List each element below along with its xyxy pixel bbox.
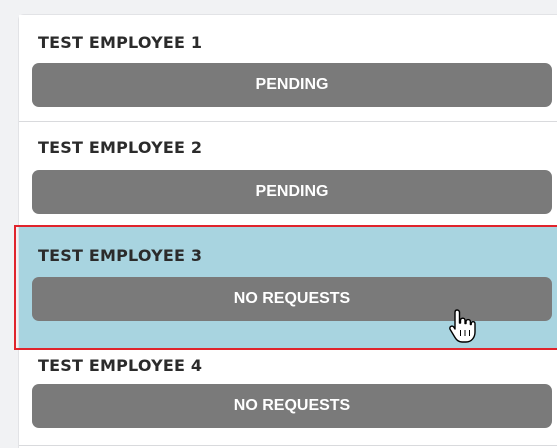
row-divider	[19, 445, 557, 446]
employee-name: TEST EMPLOYEE 2	[38, 138, 203, 157]
status-button[interactable]: PENDING	[32, 170, 552, 214]
status-button[interactable]: NO REQUESTS	[32, 384, 552, 428]
employee-row-2[interactable]: TEST EMPLOYEE 2 PENDING	[19, 122, 557, 223]
hand-pointer-icon	[449, 309, 476, 343]
employee-row-4[interactable]: TEST EMPLOYEE 4 NO REQUESTS	[19, 350, 557, 448]
employee-name: TEST EMPLOYEE 3	[38, 246, 203, 265]
employee-row-3-selected[interactable]: TEST EMPLOYEE 3 NO REQUESTS	[19, 226, 557, 349]
screen: TEST EMPLOYEE 1 PENDING TEST EMPLOYEE 2 …	[0, 0, 557, 448]
employee-row-1[interactable]: TEST EMPLOYEE 1 PENDING	[19, 15, 557, 121]
employee-name: TEST EMPLOYEE 4	[38, 356, 203, 375]
employee-name: TEST EMPLOYEE 1	[38, 33, 203, 52]
status-button[interactable]: PENDING	[32, 63, 552, 107]
